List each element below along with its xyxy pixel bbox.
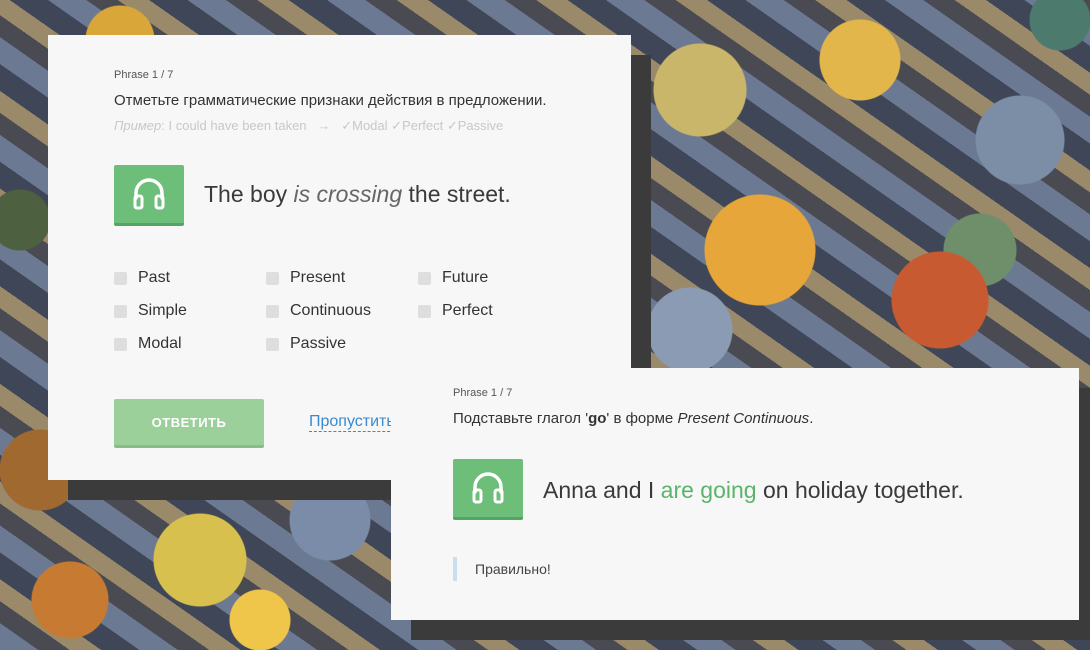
option-passive[interactable]: Passive [266, 335, 346, 353]
exercise-sentence: Anna and I are going on holiday together… [543, 477, 964, 503]
skip-link[interactable]: Пропустить [309, 413, 395, 432]
checkbox[interactable] [114, 304, 127, 318]
option-label: Perfect [442, 302, 493, 319]
option-label: Simple [138, 302, 187, 319]
arrow-icon: → [317, 118, 331, 133]
option-future[interactable]: Future [418, 269, 488, 287]
exercise-instruction: Подставьте глагол 'go' в форме Present C… [453, 410, 814, 427]
option-label: Modal [138, 335, 182, 352]
example-hint: Пример: I could have been taken → ✓Modal… [114, 118, 503, 134]
checkbox[interactable] [266, 337, 279, 351]
example-text: : I could have been taken [161, 118, 307, 133]
feedback-message: Правильно! [453, 557, 551, 581]
highlighted-verb: is crossing [293, 181, 403, 207]
option-past[interactable]: Past [114, 269, 170, 287]
option-perfect[interactable]: Perfect [418, 302, 493, 320]
phrase-counter: Phrase 1 / 7 [114, 69, 174, 81]
checkbox[interactable] [418, 271, 431, 285]
option-modal[interactable]: Modal [114, 335, 182, 353]
exercise-card-fill-verb: Phrase 1 / 7 Подставьте глагол 'go' в фо… [391, 368, 1079, 620]
answer-button[interactable]: ОТВЕТИТЬ [114, 399, 264, 448]
checkbox[interactable] [266, 304, 279, 318]
option-label: Passive [290, 335, 347, 352]
exercise-sentence: The boy is crossing the street. [204, 181, 511, 207]
tense-name: Present Continuous [677, 410, 810, 427]
option-label: Continuous [290, 302, 371, 319]
headphones-icon [133, 178, 165, 210]
option-continuous[interactable]: Continuous [266, 302, 371, 320]
correct-answer: are going [660, 477, 757, 503]
play-audio-button[interactable] [114, 165, 184, 226]
option-label: Past [138, 269, 171, 286]
exercise-instruction: Отметьте грамматические признаки действи… [114, 92, 547, 109]
option-label: Future [442, 269, 489, 286]
checkbox[interactable] [114, 271, 127, 285]
phrase-counter: Phrase 1 / 7 [453, 387, 513, 399]
option-simple[interactable]: Simple [114, 302, 187, 320]
option-label: Present [290, 269, 346, 286]
verb-go: go [588, 410, 607, 427]
checkbox[interactable] [114, 337, 127, 351]
example-label: Пример [114, 118, 162, 133]
example-tags: ✓Modal ✓Perfect ✓Passive [341, 118, 504, 133]
option-present[interactable]: Present [266, 269, 345, 287]
checkbox[interactable] [418, 304, 431, 318]
play-audio-button[interactable] [453, 459, 523, 520]
headphones-icon [472, 472, 504, 504]
checkbox[interactable] [266, 271, 279, 285]
